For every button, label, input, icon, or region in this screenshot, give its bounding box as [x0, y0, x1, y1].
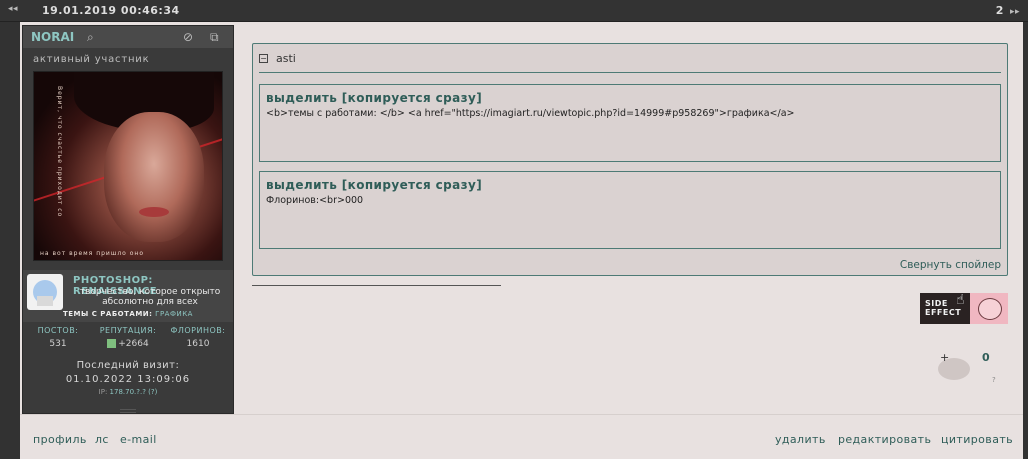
reputation-plus-icon[interactable]	[107, 339, 117, 348]
group-block: PHOTOSHOP: RENAISSANCE творчество, котор…	[23, 270, 233, 322]
collapse-spoiler-link[interactable]: Свернуть спойлер	[900, 259, 1001, 271]
stat-reputation-label: РЕПУТАЦИЯ:	[99, 326, 157, 335]
post-topbar: ◂◂ 19.01.2019 00:46:34 2 ▸▸	[0, 0, 1028, 22]
spoiler-divider	[259, 72, 1001, 73]
pm-link[interactable]: лс	[95, 433, 109, 446]
post-number-value[interactable]: 2	[996, 4, 1004, 17]
stat-reputation-row: +2664	[93, 339, 163, 349]
stat-florins-label: ФЛОРИНОВ:	[170, 326, 226, 335]
profile-link[interactable]: профиль	[33, 433, 87, 446]
stat-florins: ФЛОРИНОВ: 1610	[163, 326, 233, 349]
spoiler-block: − asti выделить [копируется сразу] <b>тем…	[252, 43, 1008, 276]
ip-label: IP:	[98, 388, 108, 396]
group-badge-icon	[27, 274, 63, 310]
delete-link[interactable]: удалить	[775, 433, 826, 446]
post-number[interactable]: 2 ▸▸	[996, 4, 1020, 17]
rating-score: 0	[982, 351, 990, 364]
stat-reputation-value: +2664	[118, 339, 149, 349]
stat-posts-value: 531	[49, 339, 67, 349]
last-visit-date: 01.10.2022 13:09:06	[65, 374, 191, 385]
rate-plus-button[interactable]: +	[940, 351, 949, 364]
avatar-lips	[139, 207, 169, 217]
avatar: Верит, что счастье приходит со на вот вр…	[33, 71, 223, 261]
collapse-right-icon[interactable]: ▸▸	[1010, 7, 1020, 17]
banner-text-line1: SIDE	[925, 299, 948, 308]
stat-reputation: РЕПУТАЦИЯ: +2664	[93, 326, 163, 349]
stat-florins-value: 1610	[186, 339, 210, 349]
signature-banner-art	[970, 293, 1008, 324]
post-date[interactable]: 19.01.2019 00:46:34	[42, 4, 180, 17]
stat-posts: ПОСТОВ: 531	[23, 326, 93, 349]
email-link[interactable]: e-mail	[120, 433, 157, 446]
pointer-hand-icon: ☝	[956, 292, 965, 308]
code-select-link[interactable]: выделить [копируется сразу]	[266, 178, 482, 192]
spoiler-title[interactable]: asti	[276, 52, 296, 65]
stat-posts-label: ПОСТОВ:	[37, 326, 79, 335]
code-block: выделить [копируется сразу] <b>темы с ра…	[259, 84, 1001, 162]
last-visit-label: Последний визит:	[76, 360, 180, 371]
rating-help-link[interactable]: ?	[992, 376, 996, 384]
profile-header: NORAI ⌕ ⊘ ⧉	[23, 26, 233, 48]
code-content[interactable]: Флоринов:<br>000	[266, 195, 363, 206]
spoiler-header[interactable]: − asti	[259, 52, 296, 65]
code-content[interactable]: <b>темы с работами: </b> <a href="https:…	[266, 108, 794, 119]
group-description: творчество, которое открыто абсолютно дл…	[79, 287, 221, 307]
forum-post-frame: ◂◂ 19.01.2019 00:46:34 2 ▸▸ NORAI ⌕ ⊘ ⧉ а…	[0, 0, 1028, 459]
collapse-left-icon[interactable]: ◂◂	[8, 4, 18, 14]
ip-row: IP: 178.70.?.? (?)	[23, 388, 233, 396]
code-block: выделить [копируется сразу] Флоринов:<br…	[259, 171, 1001, 249]
block-icon[interactable]: ⊘	[183, 30, 193, 44]
avatar-face	[104, 112, 204, 242]
group-links-label: ТЕМЫ С РАБОТАМИ:	[63, 310, 153, 318]
resize-grip-icon[interactable]	[120, 409, 136, 413]
message-icon[interactable]: ⧉	[210, 30, 219, 45]
spoiler-toggle-icon[interactable]: −	[259, 54, 268, 63]
author-status: активный участник	[33, 54, 150, 65]
ip-value[interactable]: 178.70.?.? (?)	[110, 388, 158, 396]
banner-text-line2: EFFECT	[925, 308, 962, 317]
group-link-graphics[interactable]: ГРАФИКА	[155, 310, 193, 318]
quote-link[interactable]: цитировать	[941, 433, 1013, 446]
code-select-link[interactable]: выделить [копируется сразу]	[266, 91, 482, 105]
author-nick[interactable]: NORAI	[31, 30, 74, 44]
post-rating: + 0 ?	[936, 350, 1006, 390]
last-visit: Последний визит: 01.10.2022 13:09:06 IP:…	[23, 360, 233, 396]
avatar-caption-vertical: Верит, что счастье приходит со	[56, 86, 63, 218]
search-icon[interactable]: ⌕	[87, 30, 94, 45]
edit-link[interactable]: редактировать	[838, 433, 931, 446]
signature-divider	[252, 285, 501, 286]
avatar-caption-bottom: на вот время пришло оно	[40, 250, 144, 257]
author-profile: NORAI ⌕ ⊘ ⧉ активный участник Верит, что…	[22, 25, 234, 414]
group-links: ТЕМЫ С РАБОТАМИ: ГРАФИКА	[23, 310, 233, 318]
